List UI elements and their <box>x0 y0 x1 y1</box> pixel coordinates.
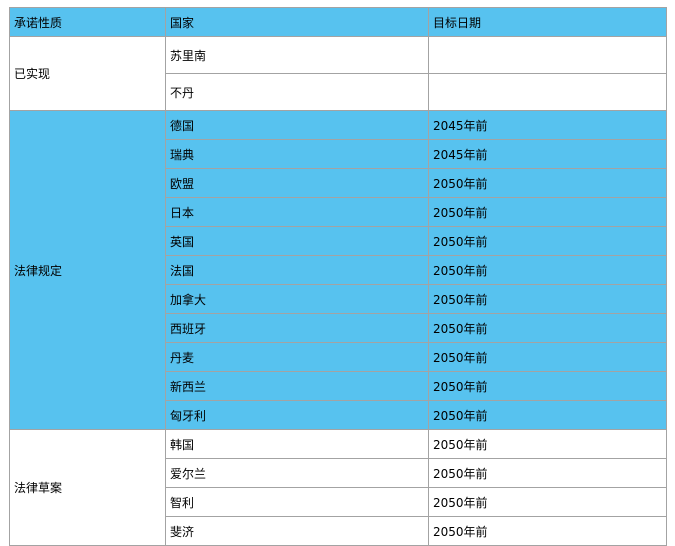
country-cell: 苏里南 <box>165 36 429 74</box>
date-cell: 2050年前 <box>428 168 667 198</box>
country-cell: 法国 <box>165 255 429 285</box>
date-cell: 2050年前 <box>428 342 667 372</box>
country-cell: 匈牙利 <box>165 400 429 430</box>
date-cell <box>428 73 667 111</box>
country-cell: 日本 <box>165 197 429 227</box>
date-cell: 2050年前 <box>428 516 667 546</box>
country-cell: 瑞典 <box>165 139 429 169</box>
country-cell: 不丹 <box>165 73 429 111</box>
category-cell: 已实现 <box>9 36 166 111</box>
date-cell: 2050年前 <box>428 255 667 285</box>
date-cell: 2050年前 <box>428 371 667 401</box>
date-cell: 2050年前 <box>428 313 667 343</box>
country-cell: 智利 <box>165 487 429 517</box>
date-cell <box>428 36 667 74</box>
table-row: 法律规定 德国 2045年前 <box>9 110 667 430</box>
header-country: 国家 <box>165 7 429 37</box>
date-cell: 2050年前 <box>428 458 667 488</box>
header-target-date: 目标日期 <box>428 7 667 37</box>
country-cell: 丹麦 <box>165 342 429 372</box>
country-cell: 斐济 <box>165 516 429 546</box>
date-cell: 2045年前 <box>428 110 667 140</box>
date-cell: 2045年前 <box>428 139 667 169</box>
table-header-row: 承诺性质 国家 目标日期 <box>9 7 667 37</box>
country-cell: 德国 <box>165 110 429 140</box>
date-cell: 2050年前 <box>428 487 667 517</box>
category-cell: 法律规定 <box>9 110 166 430</box>
date-cell: 2050年前 <box>428 400 667 430</box>
date-cell: 2050年前 <box>428 429 667 459</box>
country-cell: 新西兰 <box>165 371 429 401</box>
commitment-table: 承诺性质 国家 目标日期 已实现 苏里南 不丹 法律规定 德国 2045年前 瑞… <box>9 7 667 546</box>
country-cell: 加拿大 <box>165 284 429 314</box>
country-cell: 西班牙 <box>165 313 429 343</box>
date-cell: 2050年前 <box>428 197 667 227</box>
table-row: 法律草案 韩国 2050年前 <box>9 429 667 546</box>
country-cell: 欧盟 <box>165 168 429 198</box>
table-row: 已实现 苏里南 <box>9 36 667 111</box>
category-cell: 法律草案 <box>9 429 166 546</box>
country-cell: 韩国 <box>165 429 429 459</box>
header-commitment-type: 承诺性质 <box>9 7 166 37</box>
date-cell: 2050年前 <box>428 226 667 256</box>
country-cell: 爱尔兰 <box>165 458 429 488</box>
date-cell: 2050年前 <box>428 284 667 314</box>
country-cell: 英国 <box>165 226 429 256</box>
